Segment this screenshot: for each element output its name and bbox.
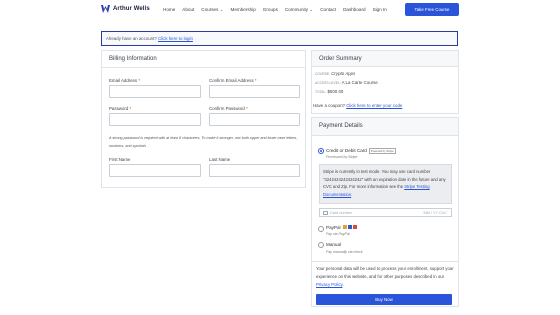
order-summary-title: Order Summary <box>312 51 458 67</box>
billing-title: Billing Information <box>102 51 305 68</box>
top-navigation: Arthur Wells Home About Courses ⌄ Member… <box>0 0 560 20</box>
login-link[interactable]: Click here to login <box>158 36 193 41</box>
nav-item-membership[interactable]: Membership <box>231 7 256 13</box>
brand-logo[interactable]: Arthur Wells <box>101 5 150 13</box>
nav-item-groups[interactable]: Groups <box>263 7 278 13</box>
first-name-label: First Name <box>109 157 131 162</box>
paypal-radio[interactable] <box>318 226 324 232</box>
payment-panel: Payment Details Credit or Debit Card Powe… <box>311 117 459 307</box>
nav-item-home[interactable]: Home <box>163 7 175 13</box>
expiry-cvc-placeholder: MM / YY CVC <box>423 211 448 215</box>
confirm-email-field[interactable] <box>209 85 300 98</box>
confirm-password-field[interactable] <box>209 113 300 126</box>
payment-title: Payment Details <box>312 118 458 136</box>
summary-total-row: Total: $500.00 <box>315 89 344 94</box>
privacy-policy-link[interactable]: Privacy Policy <box>316 282 342 287</box>
privacy-notice: Your personal data will be used to proce… <box>316 266 454 287</box>
nav-item-sign-in[interactable]: Sign In <box>373 7 387 13</box>
password-label: Password * <box>109 106 132 111</box>
paypal-option-sub: Pay via PayPal <box>326 232 350 236</box>
card-radio[interactable] <box>318 148 324 154</box>
main-menu: Home About Courses ⌄ Membership Groups C… <box>163 7 387 13</box>
nav-item-community[interactable]: Community ⌄ <box>285 7 313 13</box>
coupon-link[interactable]: Click here to enter your code <box>346 103 402 108</box>
first-name-field[interactable] <box>109 164 201 177</box>
nav-item-contact[interactable]: Contact <box>320 7 336 13</box>
password-hint: A strong password is required with at le… <box>109 136 298 148</box>
card-number-input[interactable]: Card number MM / YY CVC <box>319 208 452 217</box>
paypal-card-icons <box>342 225 357 230</box>
summary-course-row: Course: Crypto Apps <box>315 71 356 76</box>
nav-item-dashboard[interactable]: Dashboard <box>343 7 365 13</box>
email-label: Email Address * <box>109 78 141 83</box>
password-field[interactable] <box>109 113 201 126</box>
brand-name: Arthur Wells <box>113 6 150 12</box>
email-field[interactable] <box>109 85 201 98</box>
login-notice-text: Already have an account? <box>106 36 158 41</box>
summary-access-row: Access Level: A La Carte Course <box>315 80 378 85</box>
card-icon <box>323 211 328 215</box>
w-logo-icon <box>101 5 110 13</box>
payment-divider <box>312 261 458 262</box>
confirm-email-label: Confirm Email Address * <box>209 78 257 83</box>
card-option-label: Credit or Debit Card Powered by Stripe <box>326 148 396 154</box>
nav-item-courses[interactable]: Courses ⌄ <box>201 7 223 13</box>
coupon-prompt: Have a coupon? Click here to enter your … <box>313 103 403 108</box>
nav-item-about[interactable]: About <box>182 7 194 13</box>
billing-panel: Billing Information Email Address * Conf… <box>101 50 306 188</box>
paypal-option-label: PayPal <box>326 225 357 230</box>
last-name-label: Last Name <box>209 157 231 162</box>
stripe-test-notice: Stripe is currently in test mode. You ma… <box>319 164 452 204</box>
stripe-badge: Powered by Stripe <box>368 148 396 154</box>
login-notice: Already have an account? Click here to l… <box>101 31 458 46</box>
take-free-course-button[interactable]: Take Free Course <box>405 3 459 16</box>
buy-now-button[interactable]: Buy Now <box>316 294 452 305</box>
last-name-field[interactable] <box>209 164 300 177</box>
manual-option-sub: Pay manually via check <box>326 250 363 254</box>
confirm-password-label: Confirm Password * <box>209 106 248 111</box>
manual-radio[interactable] <box>318 242 324 248</box>
card-option-sub: Processed by Stripe <box>326 155 358 159</box>
manual-option-label: Manual <box>326 242 342 247</box>
